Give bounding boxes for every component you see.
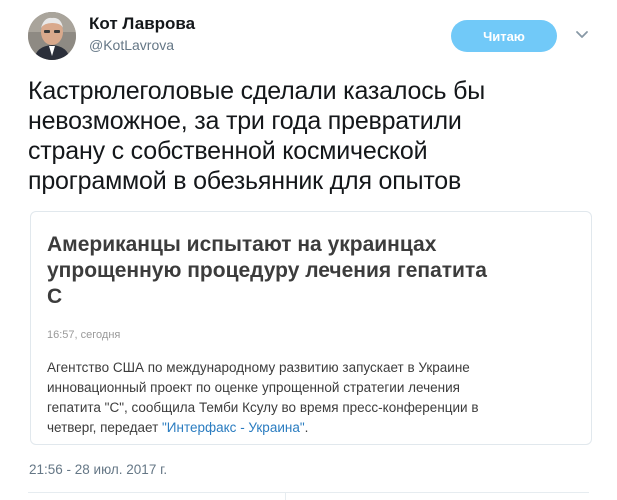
divider bbox=[285, 492, 286, 500]
link-preview-card[interactable]: Американцы испытают на украинцах упрощен… bbox=[30, 211, 592, 445]
card-body-line: Агентство США по международному развитию… bbox=[47, 360, 470, 375]
card-title[interactable]: Американцы испытают на украинцах упрощен… bbox=[47, 232, 567, 310]
author-display-name[interactable]: Кот Лаврова bbox=[89, 14, 195, 34]
card-body-text: . bbox=[304, 420, 309, 435]
card-title-line: упрощенную процедуру лечения гепатита bbox=[47, 259, 487, 282]
card-body-line: гепатита "С", сообщила Темби Ксулу во вр… bbox=[47, 400, 479, 415]
tweet-text-line: Кастрюлеголовые сделали казалось бы bbox=[28, 77, 485, 105]
tweet-text-line: программой в обезьянник для опытов bbox=[28, 167, 462, 195]
card-title-line: Американцы испытают на украинцах bbox=[47, 233, 437, 256]
tweet-timestamp[interactable]: 21:56 - 28 июл. 2017 г. bbox=[29, 462, 167, 477]
card-source-link[interactable]: "Интерфакс - Украина" bbox=[162, 420, 305, 435]
tweet-text-line: страну с собственной космической bbox=[28, 137, 428, 165]
card-body-text: четверг, передает bbox=[47, 420, 163, 435]
card-title-line: С bbox=[47, 285, 63, 308]
card-body-line: четверг, передает "Интерфакс - Украина". bbox=[47, 418, 567, 438]
tweet-text: Кастрюлеголовые сделали казалось бы нево… bbox=[28, 76, 598, 196]
avatar-photo-icon bbox=[28, 12, 76, 60]
card-time: 16:57, сегодня bbox=[47, 329, 121, 341]
tweet-text-line: невозможное, за три года превратили bbox=[28, 107, 462, 135]
avatar[interactable] bbox=[28, 12, 76, 60]
divider bbox=[28, 492, 589, 493]
author-handle[interactable]: @KotLavrova bbox=[89, 37, 174, 53]
chevron-down-icon[interactable] bbox=[575, 30, 589, 40]
card-body-line: инновационный проект по оценке упрощенно… bbox=[47, 380, 460, 395]
follow-button[interactable]: Читаю bbox=[451, 20, 557, 52]
card-body: Агентство США по международному развитию… bbox=[47, 358, 567, 438]
